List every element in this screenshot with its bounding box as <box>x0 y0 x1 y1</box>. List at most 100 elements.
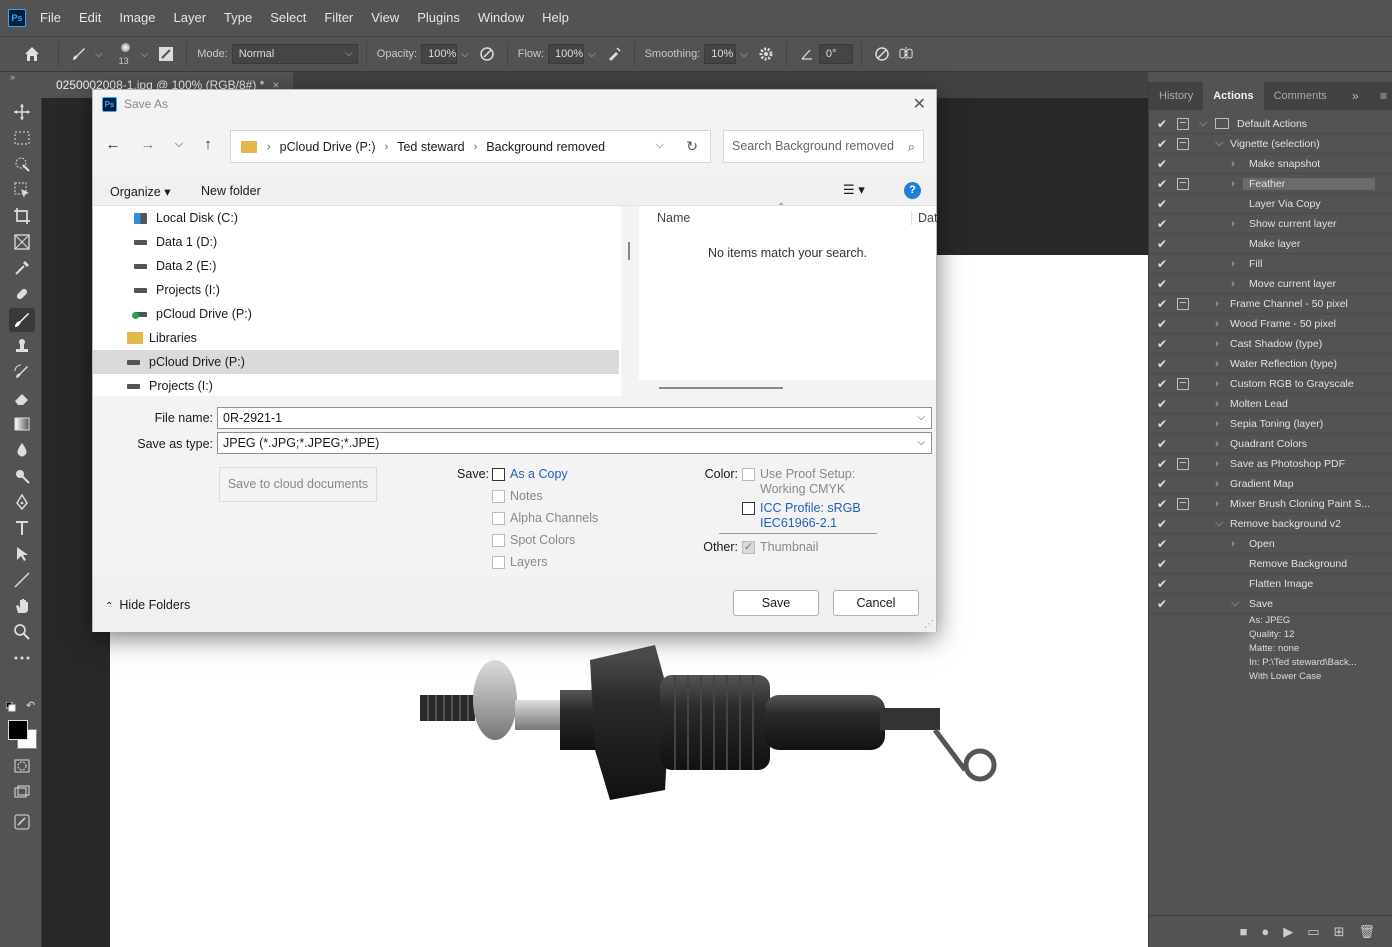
tree-item[interactable]: pCloud Drive (P:) <box>93 350 619 374</box>
dialog-toggle-icon[interactable] <box>1177 438 1189 450</box>
path-selection-tool-icon[interactable] <box>9 542 35 566</box>
icc-profile-checkbox[interactable] <box>742 502 755 515</box>
blur-tool-icon[interactable] <box>9 438 35 462</box>
new-set-icon[interactable]: ▭ <box>1307 924 1319 940</box>
tree-item[interactable]: Libraries <box>93 326 619 350</box>
dialog-toggle-icon[interactable] <box>1177 538 1189 550</box>
foreground-color-swatch[interactable] <box>8 720 28 740</box>
new-action-icon[interactable]: ⊞ <box>1334 924 1345 940</box>
chevron-right-icon[interactable]: › <box>1215 498 1219 510</box>
object-selection-tool-icon[interactable] <box>9 178 35 202</box>
column-header-name[interactable]: Name <box>657 211 690 225</box>
action-row[interactable]: ✔ › Show current layer <box>1149 214 1392 234</box>
dialog-toggle-icon[interactable] <box>1177 278 1189 290</box>
toggle-check-icon[interactable]: ✔ <box>1157 217 1171 231</box>
dialog-toggle-icon[interactable] <box>1177 297 1189 310</box>
toggle-check-icon[interactable]: ✔ <box>1157 317 1171 331</box>
hide-folders-button[interactable]: ⌃ Hide Folders <box>105 598 190 612</box>
smoothing-input[interactable]: 10% <box>704 44 737 64</box>
recent-locations-icon[interactable]: ⌵ <box>169 138 189 158</box>
dialog-toggle-icon[interactable] <box>1177 398 1189 410</box>
menu-layer[interactable]: Layer <box>165 0 216 36</box>
chevron-down-icon[interactable]: ⌵ <box>656 139 664 152</box>
move-tool-icon[interactable] <box>9 100 35 124</box>
action-row[interactable]: ✔ › Make snapshot <box>1149 154 1392 174</box>
angle-input[interactable]: 0° <box>818 44 853 64</box>
symmetry-icon[interactable] <box>894 42 918 66</box>
toggle-check-icon[interactable]: ✔ <box>1157 597 1171 611</box>
dialog-toggle-icon[interactable] <box>1177 117 1189 130</box>
chevron-right-icon[interactable]: › <box>1215 358 1219 370</box>
menu-type[interactable]: Type <box>215 0 261 36</box>
home-icon[interactable] <box>20 42 44 66</box>
action-row[interactable]: ✔ › Fill <box>1149 254 1392 274</box>
brush-settings-icon[interactable] <box>154 42 178 66</box>
play-icon[interactable]: ▶ <box>1283 924 1293 940</box>
action-row[interactable]: ✔ › Molten Lead <box>1149 394 1392 414</box>
clone-stamp-tool-icon[interactable] <box>9 334 35 358</box>
expand-panels-icon[interactable]: » <box>1352 89 1359 103</box>
save-as-type-select[interactable]: JPEG (*.JPG;*.JPEG;*.JPE) ⌵ <box>217 432 932 454</box>
chevron-right-icon[interactable]: › <box>1215 298 1219 310</box>
chevron-right-icon[interactable]: › <box>1231 218 1235 230</box>
breadcrumb-current[interactable]: Background removed <box>486 140 605 154</box>
chevron-down-icon[interactable]: ⌵ <box>588 49 596 60</box>
line-tool-icon[interactable] <box>9 568 35 592</box>
brush-tool-icon[interactable] <box>9 308 35 332</box>
tab-actions[interactable]: Actions <box>1203 82 1264 110</box>
toolbar-collapse-icon[interactable]: » <box>0 72 42 86</box>
toggle-check-icon[interactable]: ✔ <box>1157 377 1171 391</box>
chevron-down-icon[interactable]: ⌵ <box>917 433 925 453</box>
toggle-check-icon[interactable]: ✔ <box>1157 397 1171 411</box>
chevron-right-icon[interactable]: › <box>385 141 389 153</box>
help-icon[interactable]: ? <box>904 182 921 199</box>
dialog-toggle-icon[interactable] <box>1177 518 1189 530</box>
toggle-check-icon[interactable]: ✔ <box>1157 257 1171 271</box>
address-bar[interactable]: › pCloud Drive (P:) › Ted steward › Back… <box>230 130 711 163</box>
quick-selection-tool-icon[interactable] <box>9 152 35 176</box>
dialog-toggle-icon[interactable] <box>1177 238 1189 250</box>
menu-help[interactable]: Help <box>533 0 578 36</box>
action-row[interactable]: ✔ › Frame Channel - 50 pixel <box>1149 294 1392 314</box>
chevron-right-icon[interactable]: › <box>1231 178 1235 190</box>
menu-select[interactable]: Select <box>261 0 315 36</box>
quick-mask-icon[interactable] <box>9 754 35 778</box>
action-row[interactable]: ✔ › Mixer Brush Cloning Paint S... <box>1149 494 1392 514</box>
brush-tool-icon[interactable] <box>67 42 91 66</box>
action-row[interactable]: ✔ › Sepia Toning (layer) <box>1149 414 1392 434</box>
action-row[interactable]: ✔ › Wood Frame - 50 pixel <box>1149 314 1392 334</box>
frame-tool-icon[interactable] <box>9 230 35 254</box>
chevron-down-icon[interactable]: ⌵ <box>1215 137 1223 150</box>
action-row[interactable]: ✔ Make layer <box>1149 234 1392 254</box>
toggle-check-icon[interactable]: ✔ <box>1157 197 1171 211</box>
breadcrumb-drive[interactable]: pCloud Drive (P:) <box>280 140 376 154</box>
toggle-check-icon[interactable]: ✔ <box>1157 337 1171 351</box>
opacity-input[interactable]: 100% <box>421 44 458 64</box>
action-row[interactable]: ✔ Layer Via Copy <box>1149 194 1392 214</box>
pressure-opacity-icon[interactable] <box>475 42 499 66</box>
chevron-right-icon[interactable]: › <box>474 141 478 153</box>
record-icon[interactable]: ● <box>1261 924 1269 939</box>
menu-file[interactable]: File <box>38 0 70 36</box>
save-to-cloud-button[interactable]: Save to cloud documents <box>219 467 377 502</box>
chevron-down-icon[interactable]: ⌵ <box>1231 597 1239 610</box>
action-row[interactable]: ✔ › Open <box>1149 534 1392 554</box>
tree-item[interactable]: Data 1 (D:) <box>93 230 619 254</box>
action-row[interactable]: ✔ Remove Background <box>1149 554 1392 574</box>
as-a-copy-option[interactable]: As a Copy <box>492 467 568 481</box>
action-row[interactable]: ✔ › Quadrant Colors <box>1149 434 1392 454</box>
default-colors-icon[interactable] <box>5 701 16 712</box>
menu-image[interactable]: Image <box>110 0 164 36</box>
pressure-size-icon[interactable] <box>870 42 894 66</box>
marquee-tool-icon[interactable] <box>9 126 35 150</box>
action-row[interactable]: ✔ ⌵ Save <box>1149 594 1392 614</box>
dialog-toggle-icon[interactable] <box>1177 457 1189 470</box>
chevron-right-icon[interactable]: › <box>1215 438 1219 450</box>
chevron-right-icon[interactable]: › <box>1215 478 1219 490</box>
brush-preset-picker[interactable]: 13 <box>115 39 137 69</box>
organize-button[interactable]: Organize ▾ <box>110 184 170 199</box>
edit-toolbar-icon[interactable] <box>9 810 35 834</box>
menu-view[interactable]: View <box>362 0 408 36</box>
swap-colors-icon[interactable]: ↶ <box>26 699 38 712</box>
menu-window[interactable]: Window <box>469 0 533 36</box>
